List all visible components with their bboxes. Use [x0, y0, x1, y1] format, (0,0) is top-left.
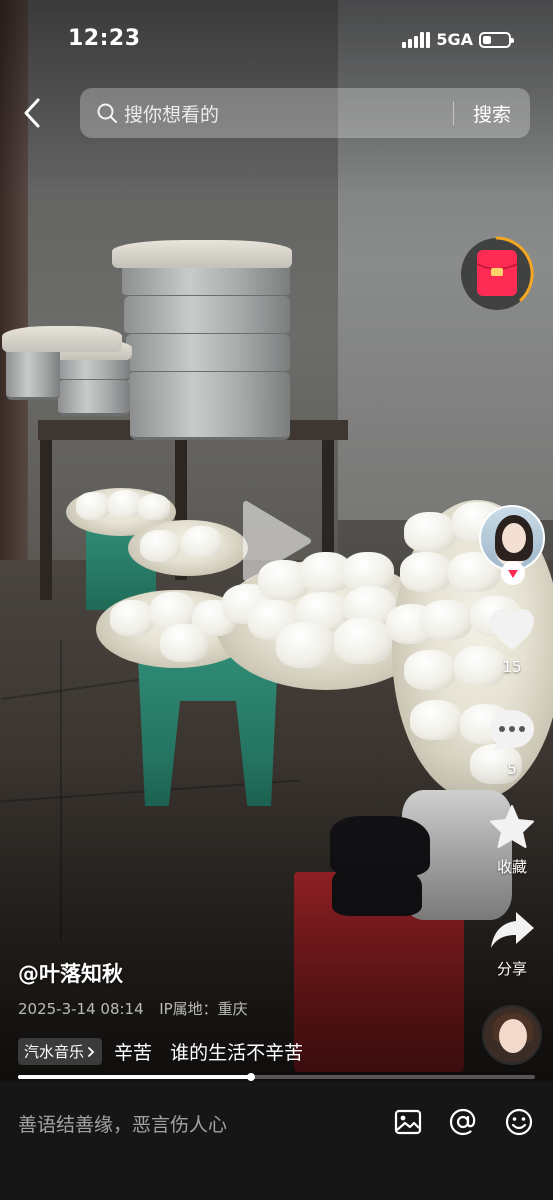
- music-tag-label: 汽水音乐: [24, 1043, 85, 1061]
- share-button[interactable]: 分享: [482, 908, 542, 979]
- author-avatar[interactable]: [479, 505, 545, 585]
- progress-fill: [18, 1075, 251, 1079]
- comment-input[interactable]: 善语结善缘，恶言伤人心: [18, 1110, 227, 1137]
- signal-icon: [402, 31, 431, 48]
- music-tag[interactable]: 汽水音乐: [18, 1038, 103, 1065]
- post-meta: 2025-3-14 08:14 IP属地：重庆: [18, 998, 248, 1019]
- share-label: 分享: [496, 960, 527, 978]
- author-name[interactable]: @叶落知秋: [18, 958, 123, 988]
- star-icon: [490, 805, 534, 848]
- comment-count: 5: [507, 760, 517, 778]
- like-count: 15: [502, 658, 522, 676]
- music-disc[interactable]: [482, 1005, 542, 1065]
- follow-button[interactable]: [501, 561, 525, 585]
- video-frame[interactable]: [0, 0, 553, 1080]
- image-icon[interactable]: [392, 1106, 424, 1138]
- play-icon[interactable]: [238, 498, 314, 584]
- favorite-label: 收藏: [496, 858, 527, 876]
- post-location: IP属地：重庆: [159, 1000, 248, 1018]
- redpacket-icon[interactable]: [459, 234, 535, 312]
- comment-icon: [490, 710, 534, 752]
- caption-row: 汽水音乐 辛苦 谁的生活不辛苦: [18, 1038, 303, 1065]
- search-icon: [97, 103, 117, 123]
- search-input[interactable]: 搜你想看的 搜索: [80, 88, 530, 138]
- at-icon[interactable]: [447, 1106, 479, 1138]
- comment-bar: 善语结善缘，恶言伤人心: [0, 1082, 553, 1200]
- back-icon[interactable]: [18, 96, 48, 130]
- progress-bar[interactable]: [18, 1073, 535, 1081]
- follow-plus-icon: [508, 570, 518, 578]
- progress-handle[interactable]: [246, 1073, 255, 1081]
- chevron-right-icon: [88, 1046, 95, 1057]
- share-icon: [491, 912, 534, 948]
- comment-button[interactable]: 5: [482, 708, 542, 778]
- post-date: 2025-3-14 08:14: [18, 1000, 144, 1018]
- emoji-icon[interactable]: [503, 1106, 535, 1138]
- favorite-button[interactable]: 收藏: [482, 804, 542, 877]
- heart-icon: [490, 609, 534, 650]
- search-placeholder: 搜你想看的: [124, 103, 220, 126]
- status-indicators: 5GA: [402, 30, 514, 49]
- caption-text: 辛苦 谁的生活不辛苦: [114, 1042, 304, 1064]
- status-time: 12:23: [68, 26, 141, 51]
- search-button[interactable]: 搜索: [454, 100, 530, 127]
- battery-icon: [479, 31, 514, 48]
- network-type: 5GA: [436, 30, 473, 49]
- like-button[interactable]: 15: [482, 608, 542, 676]
